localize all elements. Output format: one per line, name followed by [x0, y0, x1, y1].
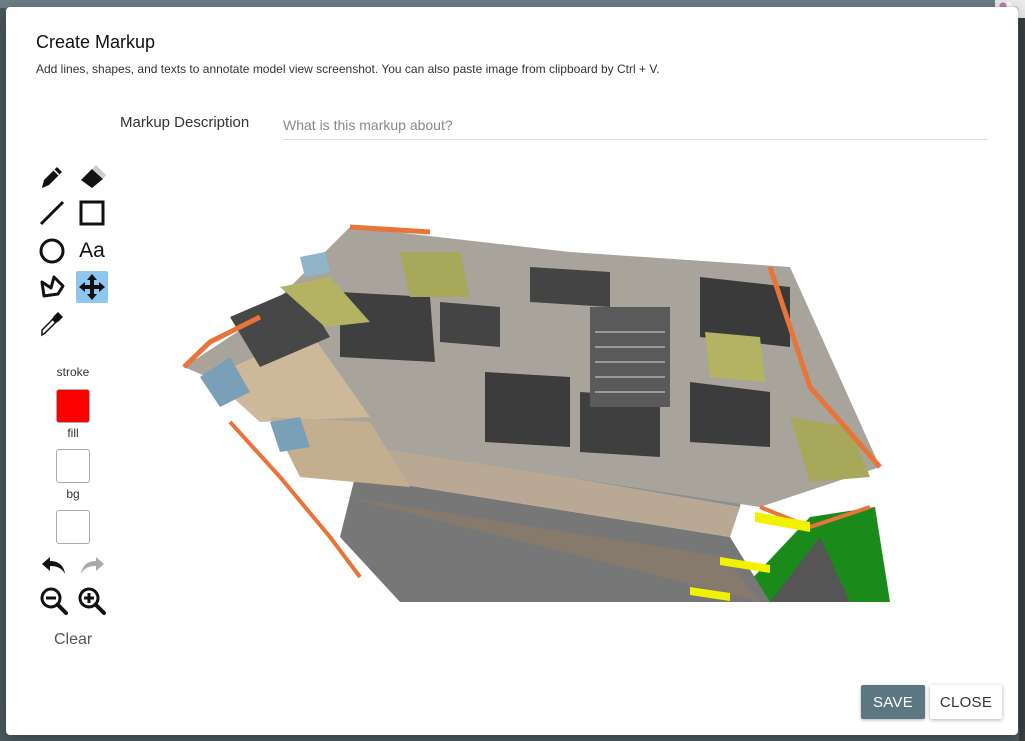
save-button[interactable]: SAVE — [861, 685, 925, 719]
zoom-in-icon — [78, 587, 106, 615]
text-tool[interactable]: Aa — [76, 235, 108, 267]
bg-color-swatch[interactable] — [56, 510, 90, 544]
redo-button[interactable] — [76, 549, 108, 581]
fill-color-swatch[interactable] — [56, 449, 90, 483]
eraser-tool[interactable] — [76, 160, 108, 192]
eyedropper-tool[interactable] — [36, 307, 68, 339]
move-icon — [79, 274, 105, 300]
fill-label: fill — [67, 426, 79, 440]
markup-description-input[interactable] — [283, 111, 988, 140]
bg-label: bg — [66, 487, 80, 501]
polygon-tool[interactable] — [36, 271, 68, 303]
stroke-color-swatch[interactable] — [56, 389, 90, 423]
polygon-icon — [40, 275, 65, 298]
eraser-icon — [81, 165, 106, 188]
rectangle-tool[interactable] — [76, 197, 108, 229]
backdrop-right-strip — [1019, 0, 1025, 741]
dialog-title: Create Markup — [36, 32, 156, 52]
eyedropper-icon — [41, 312, 63, 337]
zoom-out-icon — [40, 587, 68, 615]
create-markup-dialog: Create Markup Add lines, shapes, and tex… — [6, 7, 1018, 735]
undo-icon — [42, 557, 65, 574]
zoom-in-button[interactable] — [76, 585, 108, 617]
clear-button[interactable]: Clear — [54, 631, 92, 649]
pencil-icon — [42, 167, 62, 188]
move-tool[interactable] — [76, 271, 108, 303]
pencil-tool[interactable] — [36, 160, 68, 192]
redo-icon — [81, 557, 104, 574]
rectangle-icon — [79, 200, 105, 226]
circle-icon — [39, 238, 65, 264]
dialog-subtitle: Add lines, shapes, and texts to annotate… — [36, 62, 660, 76]
model-view-screenshot — [182, 224, 890, 602]
line-tool[interactable] — [36, 197, 68, 229]
text-tool-label: Aa — [79, 239, 105, 262]
stroke-label: stroke — [56, 365, 90, 379]
undo-button[interactable] — [38, 549, 70, 581]
close-button[interactable]: CLOSE — [930, 685, 1002, 719]
zoom-out-button[interactable] — [38, 585, 70, 617]
markup-description-label: Markup Description — [120, 114, 250, 131]
circle-tool[interactable] — [36, 235, 68, 267]
markup-canvas[interactable] — [170, 207, 890, 607]
line-icon — [39, 200, 65, 226]
